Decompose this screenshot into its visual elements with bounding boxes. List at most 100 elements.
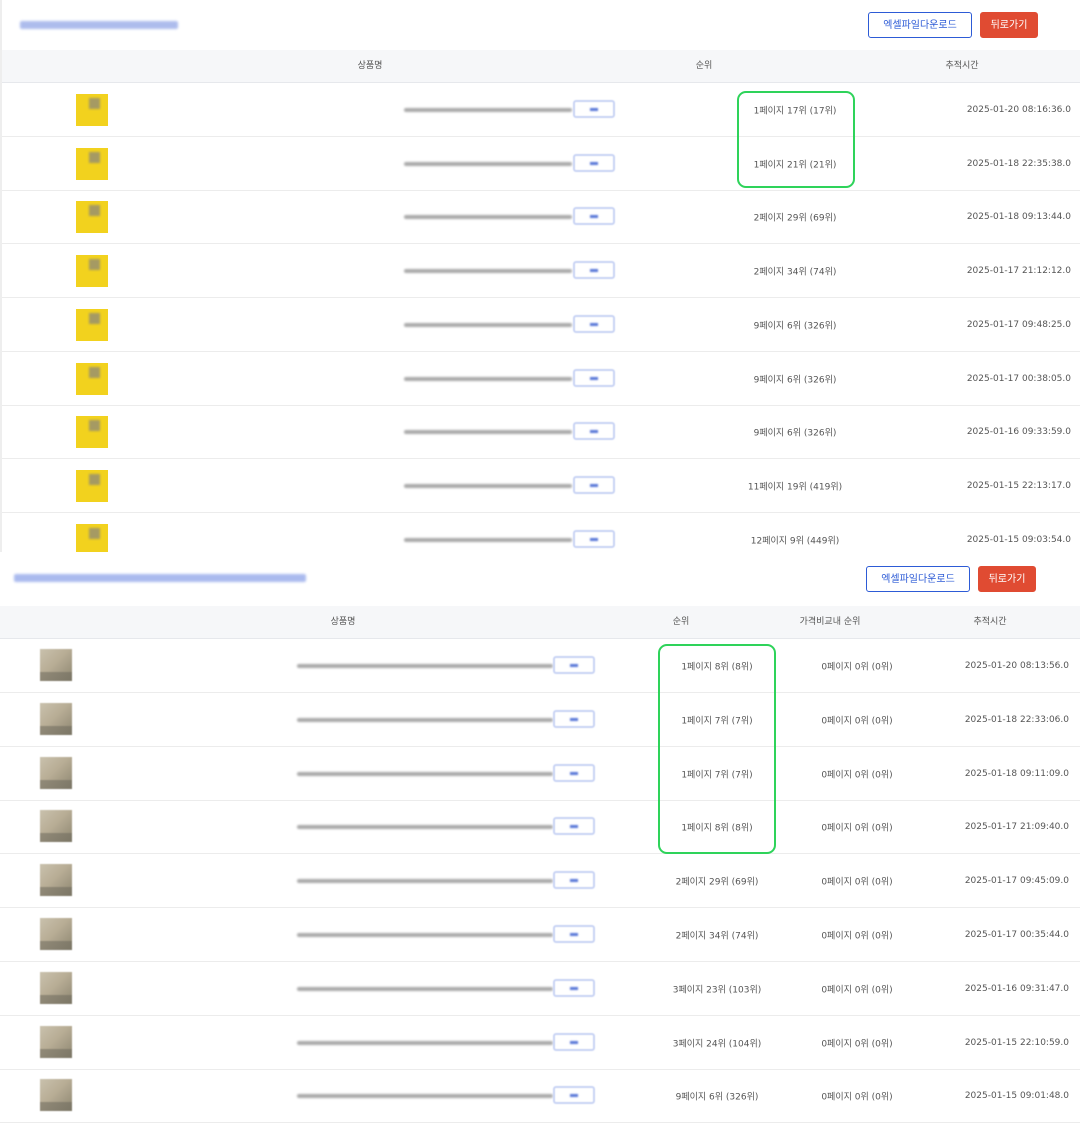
excel-download-button[interactable]: 엑셀파일다운로드 xyxy=(866,566,970,592)
tracking-time-cell: 2025-01-16 09:31:47.0 xyxy=(964,983,1069,994)
blurred-panel-title xyxy=(14,574,306,582)
tracking-time-cell: 2025-01-18 22:33:06.0 xyxy=(964,714,1069,725)
table-row[interactable]: 11페이지 19위 (419위) 2025-01-15 22:13:17.0 xyxy=(2,459,1080,513)
rank-cell: 11페이지 19위 (419위) xyxy=(747,482,843,493)
blurred-product-name[interactable] xyxy=(404,483,572,488)
product-thumbnail[interactable] xyxy=(40,971,72,1004)
blurred-product-name[interactable] xyxy=(404,376,572,381)
blurred-product-name[interactable] xyxy=(404,430,572,435)
compare-rank-cell: 0페이지 0위 (0위) xyxy=(821,985,893,996)
blurred-product-tag xyxy=(553,817,595,836)
blurred-product-tag xyxy=(573,314,615,333)
column-header-rank: 순위 xyxy=(695,61,713,71)
product-thumbnail[interactable] xyxy=(40,756,72,789)
table-header: 상품명 순위 추적시간 xyxy=(2,50,1080,83)
blurred-product-name[interactable] xyxy=(404,161,572,166)
blurred-product-name[interactable] xyxy=(297,986,553,991)
blurred-product-name[interactable] xyxy=(404,322,572,327)
compare-rank-cell: 0페이지 0위 (0위) xyxy=(821,931,893,942)
rank-cell: 1페이지 7위 (7위) xyxy=(681,770,753,781)
column-header-product: 상품명 xyxy=(357,61,383,71)
blurred-product-name[interactable] xyxy=(297,933,553,937)
blurred-product-tag xyxy=(573,207,615,226)
tracking-time-cell: 2025-01-20 08:13:56.0 xyxy=(964,661,1069,671)
blurred-product-name[interactable] xyxy=(297,1040,553,1045)
product-thumbnail[interactable] xyxy=(40,649,72,681)
table-row[interactable]: 1페이지 7위 (7위) 0페이지 0위 (0위) 2025-01-18 09:11… xyxy=(0,747,1080,801)
blurred-product-name[interactable] xyxy=(404,108,572,112)
rank-cell: 1페이지 8위 (8위) xyxy=(681,662,753,673)
product-thumbnail[interactable] xyxy=(40,1025,72,1058)
product-thumbnail[interactable] xyxy=(76,308,108,341)
table-row[interactable]: 3페이지 24위 (104위) 0페이지 0위 (0위) 2025-01-15 22… xyxy=(0,1016,1080,1070)
excel-download-button[interactable]: 엑셀파일다운로드 xyxy=(868,12,972,38)
tracking-time-cell: 2025-01-15 22:13:17.0 xyxy=(966,480,1071,491)
blurred-product-name[interactable] xyxy=(297,1094,553,1099)
blurred-product-name[interactable] xyxy=(297,825,553,830)
blurred-product-name[interactable] xyxy=(297,771,553,776)
table-row[interactable]: 1페이지 8위 (8위) 0페이지 0위 (0위) 2025-01-20 08:13… xyxy=(0,639,1080,693)
product-thumbnail[interactable] xyxy=(76,523,108,556)
table-row[interactable]: 3페이지 23위 (103위) 0페이지 0위 (0위) 2025-01-16 09… xyxy=(0,962,1080,1016)
compare-rank-cell: 0페이지 0위 (0위) xyxy=(821,877,893,888)
table-row[interactable]: 9페이지 6위 (326위) 2025-01-17 00:38:05.0 xyxy=(2,352,1080,406)
blurred-product-name[interactable] xyxy=(404,537,572,542)
product-thumbnail[interactable] xyxy=(76,147,108,180)
table-row[interactable]: 1페이지 17위 (17위) 2025-01-20 08:16:36.0 xyxy=(2,83,1080,137)
table-row[interactable]: 9페이지 6위 (326위) 2025-01-17 09:48:25.0 xyxy=(2,298,1080,352)
blurred-panel-title xyxy=(20,21,178,29)
blurred-product-tag xyxy=(553,871,595,890)
blurred-product-tag xyxy=(573,475,615,494)
table-row[interactable]: 9페이지 6위 (326위) 2025-01-16 09:33:59.0 xyxy=(2,405,1080,460)
back-button[interactable]: 뒤로가기 xyxy=(980,12,1038,38)
blurred-product-tag xyxy=(573,100,615,118)
blurred-product-name[interactable] xyxy=(404,215,572,220)
rank-cell: 1페이지 21위 (21위) xyxy=(753,160,837,171)
rank-cell: 1페이지 17위 (17위) xyxy=(753,106,837,117)
blurred-product-name[interactable] xyxy=(297,664,553,668)
table-row[interactable]: 2페이지 29위 (69위) 2025-01-18 09:13:44.0 xyxy=(2,190,1080,245)
product-thumbnail[interactable] xyxy=(76,94,108,126)
blurred-product-tag xyxy=(553,1086,595,1105)
table-row[interactable]: 2페이지 34위 (74위) 0페이지 0위 (0위) 2025-01-17 00:… xyxy=(0,908,1080,962)
table-row[interactable]: 2페이지 29위 (69위) 0페이지 0위 (0위) 2025-01-17 09:… xyxy=(0,854,1080,909)
blurred-product-tag xyxy=(573,529,615,548)
product-thumbnail[interactable] xyxy=(76,201,108,234)
table-row[interactable]: 2페이지 34위 (74위) 2025-01-17 21:12:12.0 xyxy=(2,244,1080,299)
table-row[interactable]: 1페이지 8위 (8위) 0페이지 0위 (0위) 2025-01-17 21:09… xyxy=(0,800,1080,855)
compare-rank-cell: 0페이지 0위 (0위) xyxy=(821,1039,893,1050)
tracking-panel-2: 엑셀파일다운로드 뒤로가기 상품명 순위 가격비교내 순위 추적시간 1페이지 … xyxy=(0,552,1080,1123)
column-header-time: 추적시간 xyxy=(973,617,1007,627)
product-thumbnail[interactable] xyxy=(76,416,108,449)
tracking-time-cell: 2025-01-16 09:33:59.0 xyxy=(966,427,1071,438)
tracking-time-cell: 2025-01-18 09:11:09.0 xyxy=(964,768,1069,779)
rank-cell: 12페이지 9위 (449위) xyxy=(750,536,840,547)
compare-rank-cell: 0페이지 0위 (0위) xyxy=(821,716,893,727)
tracking-time-cell: 2025-01-17 00:35:44.0 xyxy=(964,930,1069,940)
product-thumbnail[interactable] xyxy=(76,255,108,288)
rank-cell: 3페이지 24위 (104위) xyxy=(672,1039,762,1050)
blurred-product-tag xyxy=(553,656,595,674)
tracking-panel-1: 엑셀파일다운로드 뒤로가기 상품명 순위 추적시간 1페이지 17위 (17위)… xyxy=(0,0,1080,567)
blurred-product-name[interactable] xyxy=(297,717,553,722)
product-thumbnail[interactable] xyxy=(40,702,72,735)
column-header-compare-rank: 가격비교내 순위 xyxy=(799,617,861,627)
table-row[interactable]: 1페이지 21위 (21위) 2025-01-18 22:35:38.0 xyxy=(2,137,1080,191)
product-thumbnail[interactable] xyxy=(76,362,108,395)
product-thumbnail[interactable] xyxy=(40,810,72,843)
rank-cell: 9페이지 6위 (326위) xyxy=(753,428,837,439)
blurred-product-name[interactable] xyxy=(404,269,572,274)
table-row[interactable]: 1페이지 7위 (7위) 0페이지 0위 (0위) 2025-01-18 22:33… xyxy=(0,693,1080,747)
back-button[interactable]: 뒤로가기 xyxy=(978,566,1036,592)
rank-cell: 9페이지 6위 (326위) xyxy=(753,321,837,332)
blurred-product-name[interactable] xyxy=(297,879,553,884)
tracking-time-cell: 2025-01-17 09:48:25.0 xyxy=(966,319,1071,330)
rank-cell: 2페이지 29위 (69위) xyxy=(753,213,837,224)
column-header-rank: 순위 xyxy=(672,617,690,627)
tracking-time-cell: 2025-01-15 22:10:59.0 xyxy=(964,1037,1069,1048)
product-thumbnail[interactable] xyxy=(76,469,108,502)
product-thumbnail[interactable] xyxy=(40,864,72,897)
table-row[interactable]: 9페이지 6위 (326위) 0페이지 0위 (0위) 2025-01-15 09:… xyxy=(0,1069,1080,1123)
product-thumbnail[interactable] xyxy=(40,918,72,950)
blurred-product-tag xyxy=(573,261,615,280)
